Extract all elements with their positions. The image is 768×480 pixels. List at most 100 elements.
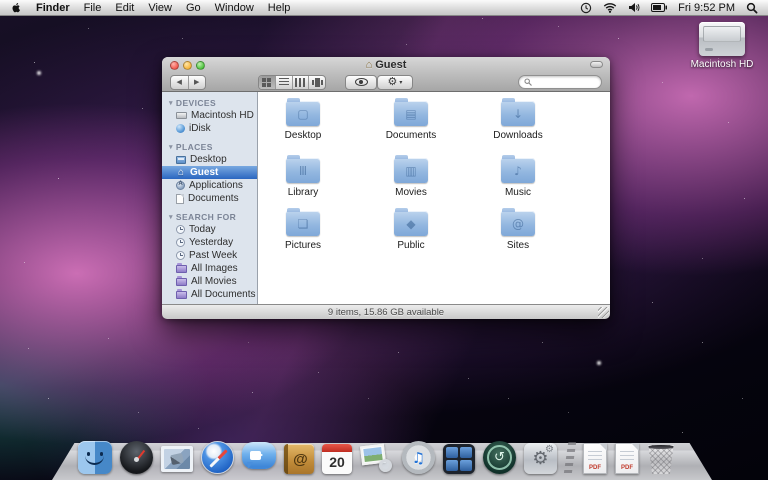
sidebar-item-label: Yesterday	[189, 237, 233, 248]
title-bar[interactable]: ⌂ Guest	[162, 57, 610, 73]
dock-stack-document-1[interactable]: PDF	[583, 443, 607, 474]
action-menu-button[interactable]: ⚙ ▾	[377, 75, 413, 90]
quick-look-button[interactable]	[345, 75, 377, 90]
sidebar-item-guest[interactable]: ⌂ Guest	[162, 166, 257, 179]
dock-spaces-icon[interactable]	[443, 444, 475, 474]
folder-item-sites[interactable]: @ Sites	[478, 207, 558, 251]
folder-icon: ❏	[286, 211, 320, 236]
spotlight-icon[interactable]	[746, 2, 758, 14]
zoom-button[interactable]	[196, 61, 205, 70]
folder-item-movies[interactable]: ▥ Movies	[371, 154, 451, 198]
sidebar-item-desktop[interactable]: Desktop	[162, 153, 257, 166]
dock-separator[interactable]	[564, 442, 576, 474]
dock-dashboard-icon[interactable]	[120, 441, 153, 474]
sites-emblem-icon: @	[501, 211, 535, 236]
sidebar-item-macintosh-hd[interactable]: Macintosh HD	[162, 109, 257, 122]
sidebar-item-past-week[interactable]: Past Week	[162, 249, 257, 262]
smart-folder-icon	[176, 278, 187, 286]
folder-label: Downloads	[478, 130, 558, 141]
folder-icon: ♪	[501, 158, 535, 183]
menu-help[interactable]: Help	[268, 2, 291, 14]
menu-bar-clock[interactable]: Fri 9:52 PM	[678, 2, 735, 14]
window-title-text: Guest	[375, 59, 406, 71]
dock-ichat-icon[interactable]	[242, 442, 276, 469]
menu-finder[interactable]: Finder	[36, 2, 70, 14]
caret-down-icon: ▾	[399, 79, 402, 86]
search-field[interactable]	[518, 75, 602, 89]
folder-item-library[interactable]: Ⅲ Library	[263, 154, 343, 198]
folder-label: Sites	[478, 240, 558, 251]
menu-go[interactable]: Go	[186, 2, 201, 14]
sidebar-section-search-for[interactable]: ▾ SEARCH FOR	[162, 210, 257, 223]
desktop-volume-macintosh-hd[interactable]: Macintosh HD	[682, 22, 762, 70]
menu-edit[interactable]: Edit	[115, 2, 134, 14]
sidebar-item-label: Desktop	[190, 154, 227, 165]
dock-safari-icon[interactable]	[201, 441, 234, 474]
toolbar-toggle-button[interactable]	[590, 61, 603, 68]
apple-menu-icon[interactable]	[10, 1, 22, 14]
dock-itunes-icon[interactable]: ♫	[402, 441, 435, 474]
coverflow-view-button[interactable]	[308, 76, 325, 89]
sidebar-section-devices[interactable]: ▾ DEVICES	[162, 96, 257, 109]
dock-ical-icon[interactable]: 20	[322, 444, 352, 474]
space-tile	[446, 447, 458, 458]
finder-window: ⌂ Guest ◀ ▶ ⚙ ▾	[162, 57, 610, 318]
close-button[interactable]	[170, 61, 179, 70]
smart-folder-icon	[176, 265, 187, 273]
wifi-menu-icon[interactable]	[603, 2, 617, 13]
dock-mail-icon[interactable]	[161, 446, 193, 472]
downloads-emblem-icon: ↓	[501, 101, 535, 126]
menu-file[interactable]: File	[84, 2, 102, 14]
dock-time-machine-icon[interactable]: ↺	[483, 441, 516, 474]
list-view-button[interactable]	[275, 76, 292, 89]
column-view-button[interactable]	[292, 76, 309, 89]
folder-icon: ▥	[394, 158, 428, 183]
window-title: ⌂ Guest	[366, 59, 407, 71]
pdf-label: PDF	[616, 465, 638, 471]
search-input[interactable]	[535, 77, 595, 87]
disclosure-triangle-icon[interactable]: ▾	[169, 213, 173, 221]
sidebar-item-label: Applications	[189, 180, 243, 191]
sidebar-item-idisk[interactable]: iDisk	[162, 122, 257, 135]
sidebar-item-all-documents[interactable]: All Documents	[162, 288, 257, 301]
sidebar-item-all-images[interactable]: All Images	[162, 262, 257, 275]
hard-drive-icon[interactable]	[699, 22, 745, 56]
dock-stack-document-2[interactable]: PDF	[615, 443, 639, 474]
menu-bar: Finder File Edit View Go Window Help Fri…	[0, 0, 768, 16]
dock-finder-icon[interactable]	[78, 441, 112, 474]
folder-icon: ◆	[394, 211, 428, 236]
disclosure-triangle-icon[interactable]: ▾	[169, 143, 173, 151]
sidebar-item-applications[interactable]: Applications	[162, 179, 257, 192]
folder-item-music[interactable]: ♪ Music	[478, 154, 558, 198]
sidebar-item-all-movies[interactable]: All Movies	[162, 275, 257, 288]
menu-view[interactable]: View	[148, 2, 172, 14]
volume-label: Macintosh HD	[682, 59, 762, 70]
dock-system-preferences-icon[interactable]: ⚙⚙	[524, 443, 557, 474]
folder-item-pictures[interactable]: ❏ Pictures	[263, 207, 343, 251]
time-machine-menu-icon[interactable]	[580, 2, 592, 14]
resize-grip[interactable]	[598, 307, 609, 318]
gear-icon: ⚙	[388, 77, 398, 88]
folder-icon: ▢	[286, 101, 320, 126]
sidebar-item-today[interactable]: Today	[162, 223, 257, 236]
minimize-button[interactable]	[183, 61, 192, 70]
volume-menu-icon[interactable]	[628, 2, 640, 13]
menu-window[interactable]: Window	[215, 2, 254, 14]
dock-trash-icon[interactable]	[647, 445, 675, 474]
folder-item-desktop[interactable]: ▢ Desktop	[263, 97, 343, 141]
sidebar-item-documents[interactable]: Documents	[162, 192, 257, 205]
window-header[interactable]: ⌂ Guest ◀ ▶ ⚙ ▾	[162, 57, 610, 92]
dock-preview-icon[interactable]	[360, 443, 394, 474]
folder-item-downloads[interactable]: ↓ Downloads	[478, 97, 558, 141]
sidebar-item-label: Macintosh HD	[191, 110, 254, 121]
forward-button[interactable]: ▶	[188, 76, 206, 89]
disclosure-triangle-icon[interactable]: ▾	[169, 99, 173, 107]
sidebar-section-places[interactable]: ▾ PLACES	[162, 140, 257, 153]
battery-menu-icon[interactable]	[651, 3, 667, 12]
back-button[interactable]: ◀	[171, 76, 188, 89]
sidebar-item-yesterday[interactable]: Yesterday	[162, 236, 257, 249]
icon-view-button[interactable]	[259, 76, 275, 89]
dock-address-book-icon[interactable]: @	[284, 444, 314, 474]
folder-item-public[interactable]: ◆ Public	[371, 207, 451, 251]
folder-item-documents[interactable]: ▤ Documents	[371, 97, 451, 141]
